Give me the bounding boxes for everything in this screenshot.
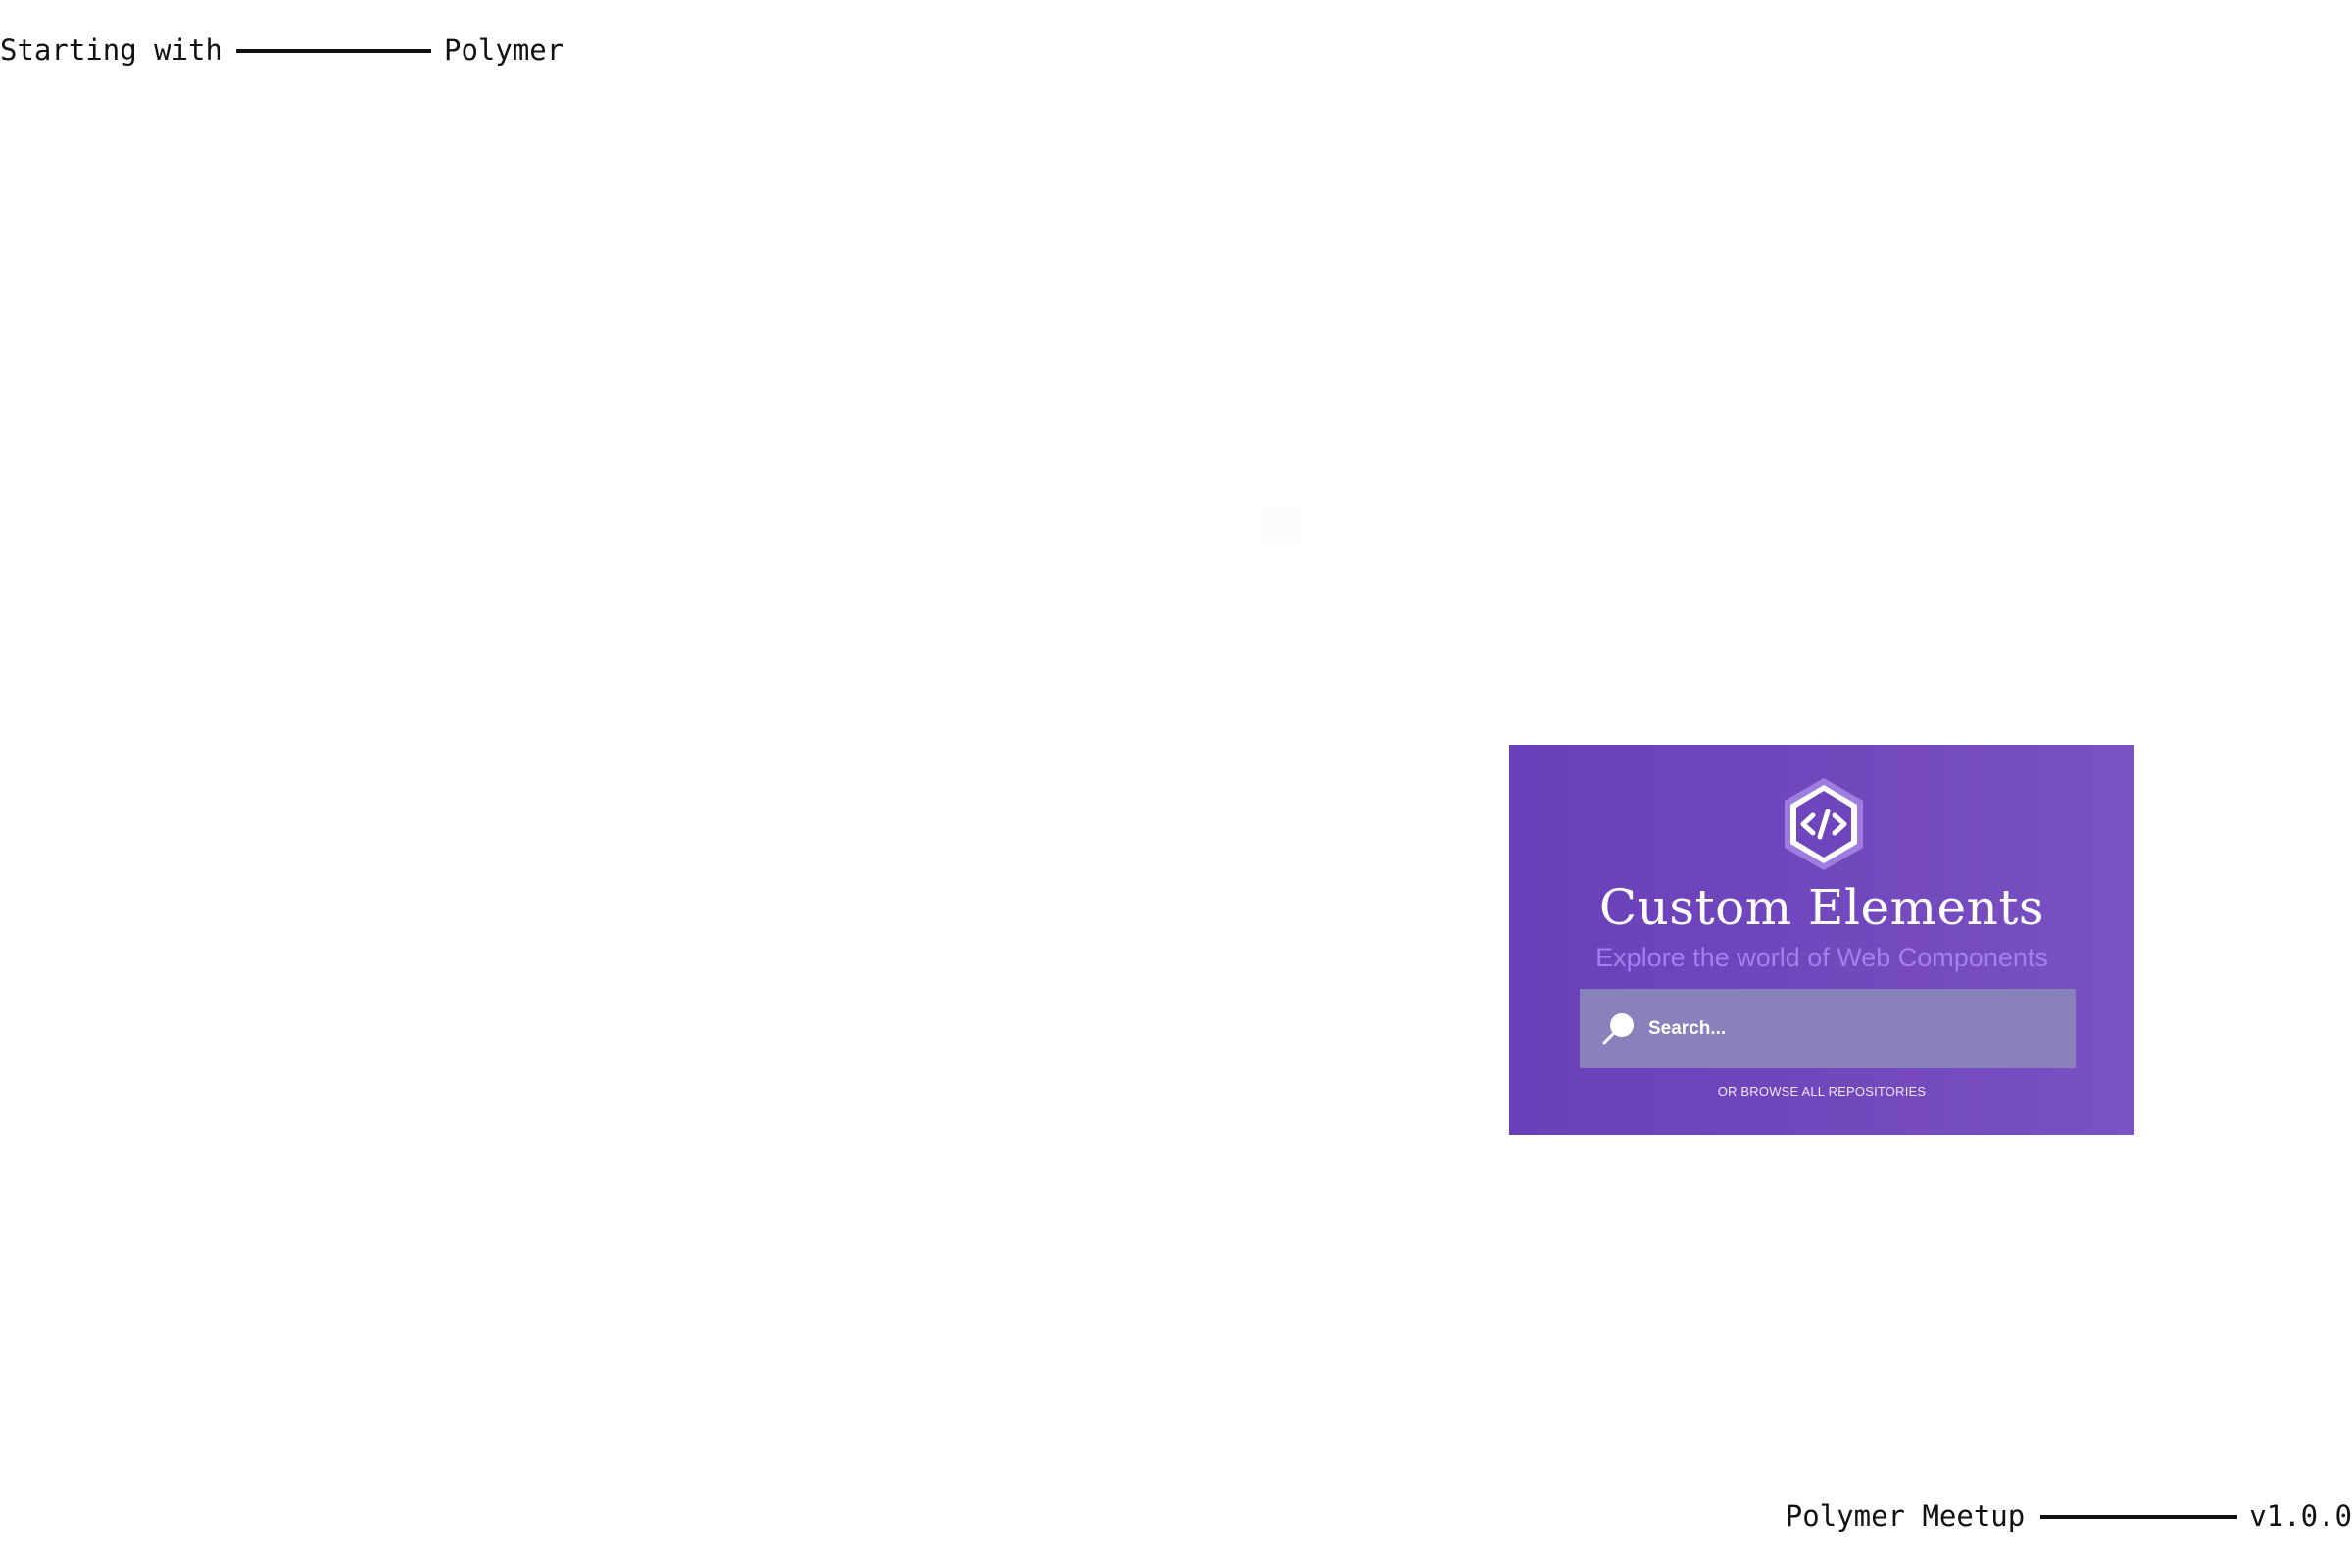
custom-elements-screenshot: Custom Elements Explore the world of Web… bbox=[1509, 745, 2134, 1135]
code-brackets-hexagon-icon bbox=[1785, 778, 1863, 870]
browse-all-repositories-link[interactable]: OR BROWSE ALL REPOSITORIES bbox=[1509, 1085, 2134, 1098]
search-placeholder: Search... bbox=[1648, 1017, 1727, 1039]
search-input[interactable]: Search... bbox=[1580, 989, 2076, 1068]
slide-footer-right-text: v1.0.0 bbox=[2249, 1499, 2352, 1533]
faint-center-mark bbox=[1262, 506, 1301, 545]
page-title: Custom Elements bbox=[1598, 879, 2045, 936]
search-icon bbox=[1602, 1012, 1634, 1044]
slide-header-left-text: Starting with bbox=[0, 33, 222, 67]
slide-footer-divider bbox=[2040, 1514, 2238, 1519]
slide-footer: Polymer Meetup v1.0.0 bbox=[1786, 1502, 2352, 1531]
slide-footer-left-text: Polymer Meetup bbox=[1785, 1499, 2026, 1533]
slide-header: Starting with Polymer bbox=[0, 36, 564, 65]
slide-header-divider bbox=[235, 48, 431, 53]
slide-header-right-text: Polymer bbox=[443, 33, 564, 67]
page-subtitle: Explore the world of Web Components bbox=[1595, 943, 2048, 972]
